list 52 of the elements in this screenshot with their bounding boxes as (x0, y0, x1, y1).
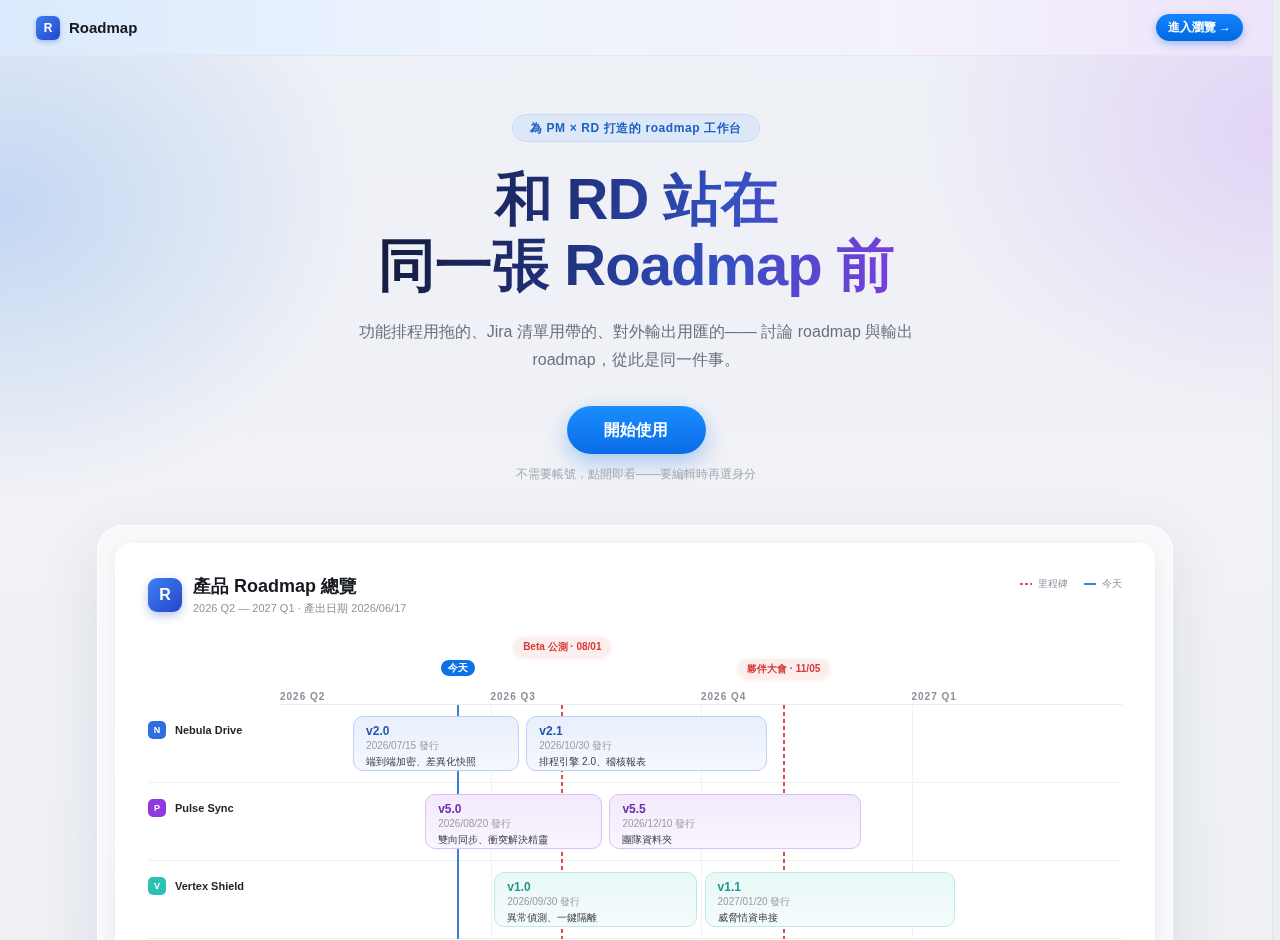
release-date: 2026/07/15 發行 (366, 739, 439, 752)
roadmap-subtitle: 2026 Q2 — 2027 Q1 · 產出日期 2026/06/17 (193, 601, 407, 615)
browse-button[interactable]: 進入瀏覽 → (1155, 14, 1243, 41)
release-bar[interactable]: v1.0 2026/09/30 發行 異常偵測、一鍵隔離 (494, 872, 697, 927)
roadmap-title: 產品 Roadmap 總覽 (193, 575, 357, 597)
roadmap-logo: R (148, 578, 182, 612)
release-bar[interactable]: v1.1 2027/01/20 發行 威脅情資串接 (704, 872, 955, 927)
quarter-label: 2026 Q2 (280, 691, 326, 702)
get-started-button[interactable]: 開始使用 (566, 406, 706, 454)
scrollbar-track[interactable] (1272, 0, 1280, 940)
release-version: v5.0 (438, 802, 462, 817)
line-icon (1084, 583, 1096, 585)
app-logo: R (36, 15, 60, 40)
today-label: 今天 (441, 660, 476, 676)
milestone-label: 夥伴大會 · 11/05 (737, 659, 830, 679)
brand-name: Roadmap (69, 19, 138, 36)
legend-label: 今天 (1102, 578, 1122, 590)
hero-subtitle: 功能排程用拖的、Jira 清單用帶的、對外輸出用匯的—— 討論 roadmap 與輸出 roadmap，從此是同一件事。 (357, 322, 915, 370)
quarter-label: 2026 Q4 (701, 691, 747, 702)
release-date: 2026/08/20 發行 (438, 817, 511, 830)
release-summary: 雙向同步、衝突解決精靈 (438, 833, 549, 846)
release-summary: 端到端加密、差異化快照 (366, 755, 477, 768)
release-version: v5.5 (622, 802, 646, 817)
product-avatar: N (148, 721, 166, 739)
release-version: v1.0 (507, 880, 531, 895)
release-version: v2.0 (366, 724, 390, 739)
quarter-label: 2027 Q1 (911, 691, 957, 702)
release-date: 2027/01/20 發行 (717, 895, 791, 908)
product-avatar: P (148, 799, 166, 817)
release-date: 2026/12/10 發行 (622, 817, 696, 830)
release-bar[interactable]: v5.5 2026/12/10 發行 團隊資料夾 (609, 794, 861, 849)
legend-label: 里程碑 (1038, 578, 1068, 590)
release-summary: 異常偵測、一鍵隔離 (507, 911, 598, 924)
release-bar[interactable]: v2.0 2026/07/15 發行 端到端加密、差異化快照 (353, 716, 520, 771)
release-date: 2026/10/30 發行 (539, 739, 613, 752)
product-avatar: V (148, 877, 166, 895)
tagline-pill: 為 PM × RD 打造的 roadmap 工作台 (512, 114, 760, 142)
release-summary: 團隊資料夾 (622, 833, 673, 846)
dashed-line-icon (1020, 583, 1032, 585)
release-summary: 排程引擎 2.0、稽核報表 (539, 755, 646, 768)
product-name: Vertex Shield (175, 880, 245, 892)
product-name: Pulse Sync (175, 802, 234, 814)
release-version: v2.1 (539, 724, 563, 739)
release-bar[interactable]: v2.1 2026/10/30 發行 排程引擎 2.0、稽核報表 (526, 716, 767, 771)
hint-text: 不需要帳號，點開即看——要編輯時再選身分 (516, 466, 756, 483)
product-name: Nebula Drive (175, 724, 243, 736)
quarter-label: 2026 Q3 (490, 691, 536, 702)
release-version: v1.1 (717, 880, 741, 895)
release-bar[interactable]: v5.0 2026/08/20 發行 雙向同步、衝突解決精靈 (425, 794, 603, 849)
release-summary: 威脅情資串接 (717, 911, 778, 924)
release-date: 2026/09/30 發行 (507, 895, 581, 908)
milestone-label: Beta 公測 · 08/01 (514, 637, 611, 657)
